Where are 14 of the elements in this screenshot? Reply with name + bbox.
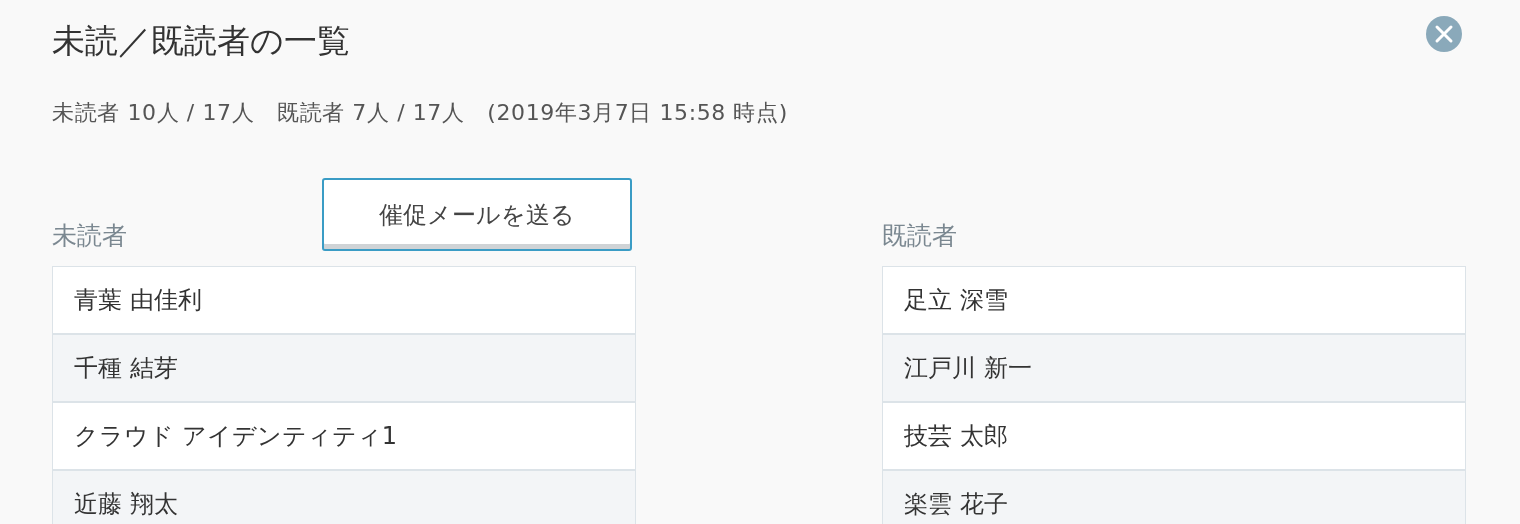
- name-row: 青葉 由佳利: [53, 267, 635, 333]
- name-row: 楽雲 花子: [883, 469, 1465, 524]
- column-heading: 未読者: [52, 221, 128, 251]
- name-row: 足立 深雪: [883, 267, 1465, 333]
- name-row: 江戸川 新一: [883, 333, 1465, 401]
- close-icon[interactable]: [1426, 16, 1462, 52]
- column-heading: 既読者: [882, 221, 958, 251]
- name-row: 近藤 翔太: [53, 469, 635, 524]
- send-reminder-button[interactable]: 催促メールを送る: [322, 178, 632, 251]
- dialog-title: 未読／既読者の一覧: [52, 20, 350, 62]
- name-row: 千種 結芽: [53, 333, 635, 401]
- read-summary: 未読者 10人 / 17人 既読者 7人 / 17人 (2019年3月7日 15:58 時点): [52, 99, 788, 127]
- name-row: 技芸 太郎: [883, 401, 1465, 469]
- name-row: クラウド アイデンティティ1: [53, 401, 635, 469]
